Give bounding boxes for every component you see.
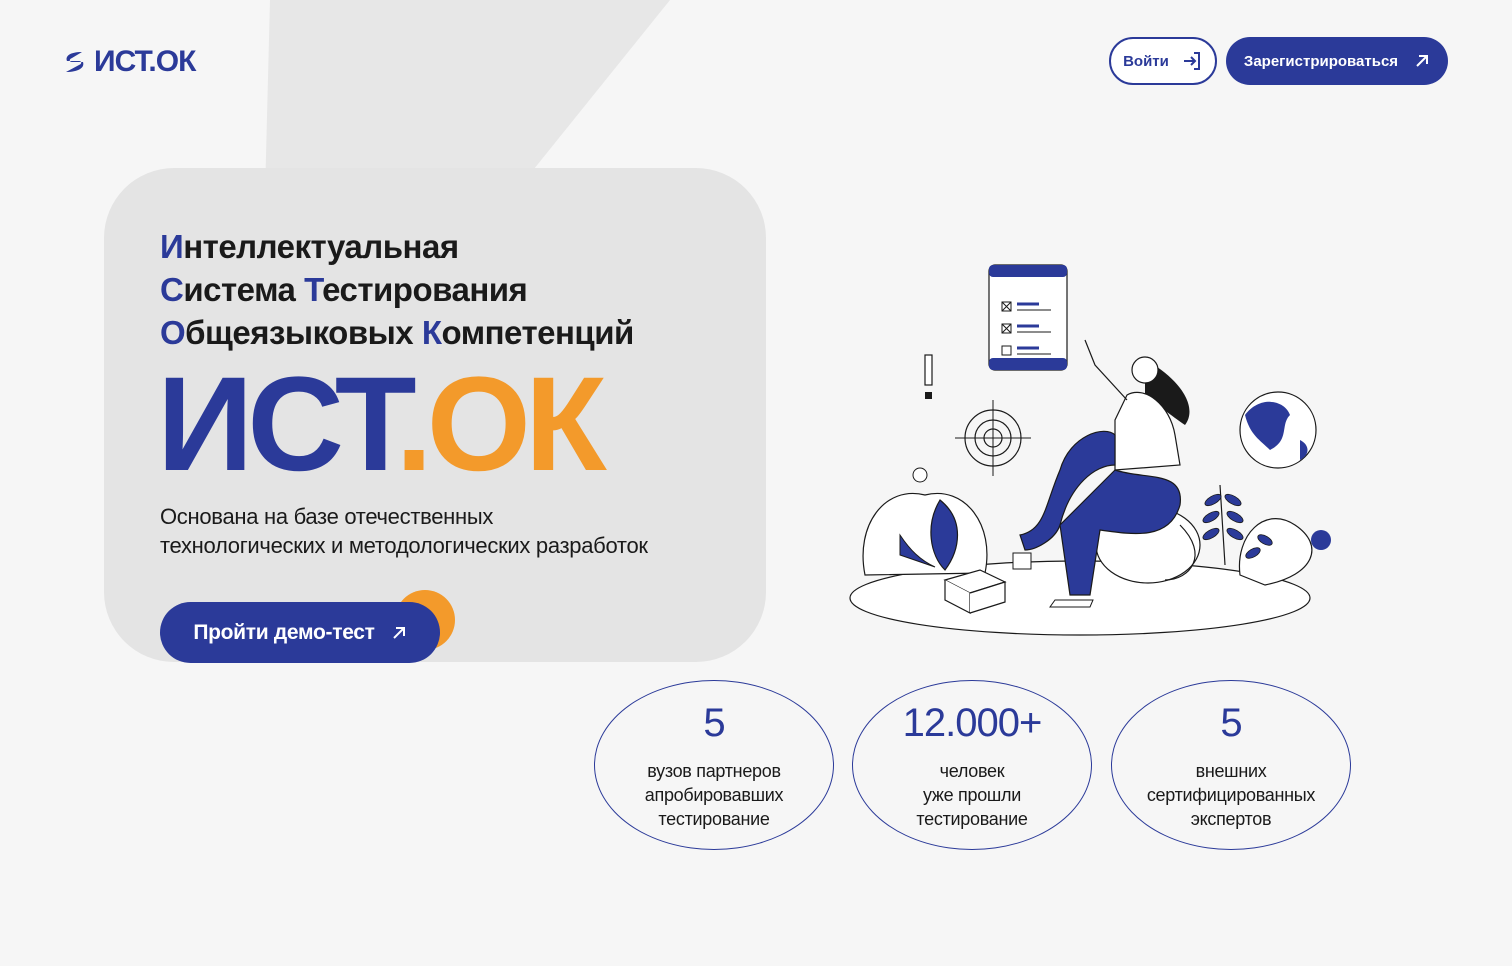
- login-label: Войти: [1123, 52, 1169, 70]
- headline-line-2: Система Тестирования: [160, 271, 528, 308]
- stat-label: человек уже прошли тестирование: [916, 761, 1028, 829]
- brand-wordmark-blue: ИСТ: [157, 350, 401, 499]
- stat-value: 5: [1220, 701, 1242, 745]
- stat-label: вузов партнеров апробировавших тестирова…: [644, 761, 784, 829]
- stat-experts: 5 внешних сертифицированных экспертов: [1111, 680, 1351, 850]
- login-arrow-icon: [1183, 52, 1200, 70]
- subtitle-line-2: технологических и методологических разра…: [160, 533, 648, 558]
- arrow-up-right-icon: [392, 626, 405, 639]
- stat-value: 5: [703, 701, 725, 745]
- subtitle-line-1: Основана на базе отечественных: [160, 504, 494, 529]
- demo-test-button[interactable]: Пройти демо-тест: [160, 602, 440, 663]
- logo[interactable]: ИСТ.ОК: [62, 45, 196, 79]
- stat-value: 12.000+: [902, 701, 1043, 745]
- brand-wordmark: ИСТ.ОК: [157, 358, 607, 492]
- stat-universities: 5 вузов партнеров апробировавших тестиро…: [594, 680, 834, 850]
- hero-illustration: [849, 264, 1331, 636]
- headline-line-1: Интеллектуальная: [160, 228, 459, 265]
- demo-test-label: Пройти демо-тест: [193, 620, 375, 644]
- logo-text: ИСТ.ОК: [94, 45, 196, 78]
- headline: Интеллектуальная Система Тестирования Об…: [160, 225, 634, 354]
- login-button[interactable]: Войти: [1109, 37, 1217, 85]
- register-button[interactable]: Зарегистрироваться: [1226, 37, 1448, 85]
- register-label: Зарегистрироваться: [1243, 52, 1399, 70]
- brand-wordmark-orange: .ОК: [395, 350, 606, 499]
- subtitle: Основана на базе отечественных технологи…: [160, 502, 760, 560]
- stat-people: 12.000+ человек уже прошли тестирование: [852, 680, 1092, 850]
- stat-label: внешних сертифицированных экспертов: [1146, 761, 1316, 829]
- landing-page: ИСТ.ОК Войти Зарегистрироваться Интеллек…: [0, 0, 1512, 966]
- logo-swoosh-icon: [66, 52, 84, 72]
- headline-line-3: Общеязыковых Компетенций: [160, 314, 634, 351]
- arrow-up-right-icon: [1416, 55, 1429, 67]
